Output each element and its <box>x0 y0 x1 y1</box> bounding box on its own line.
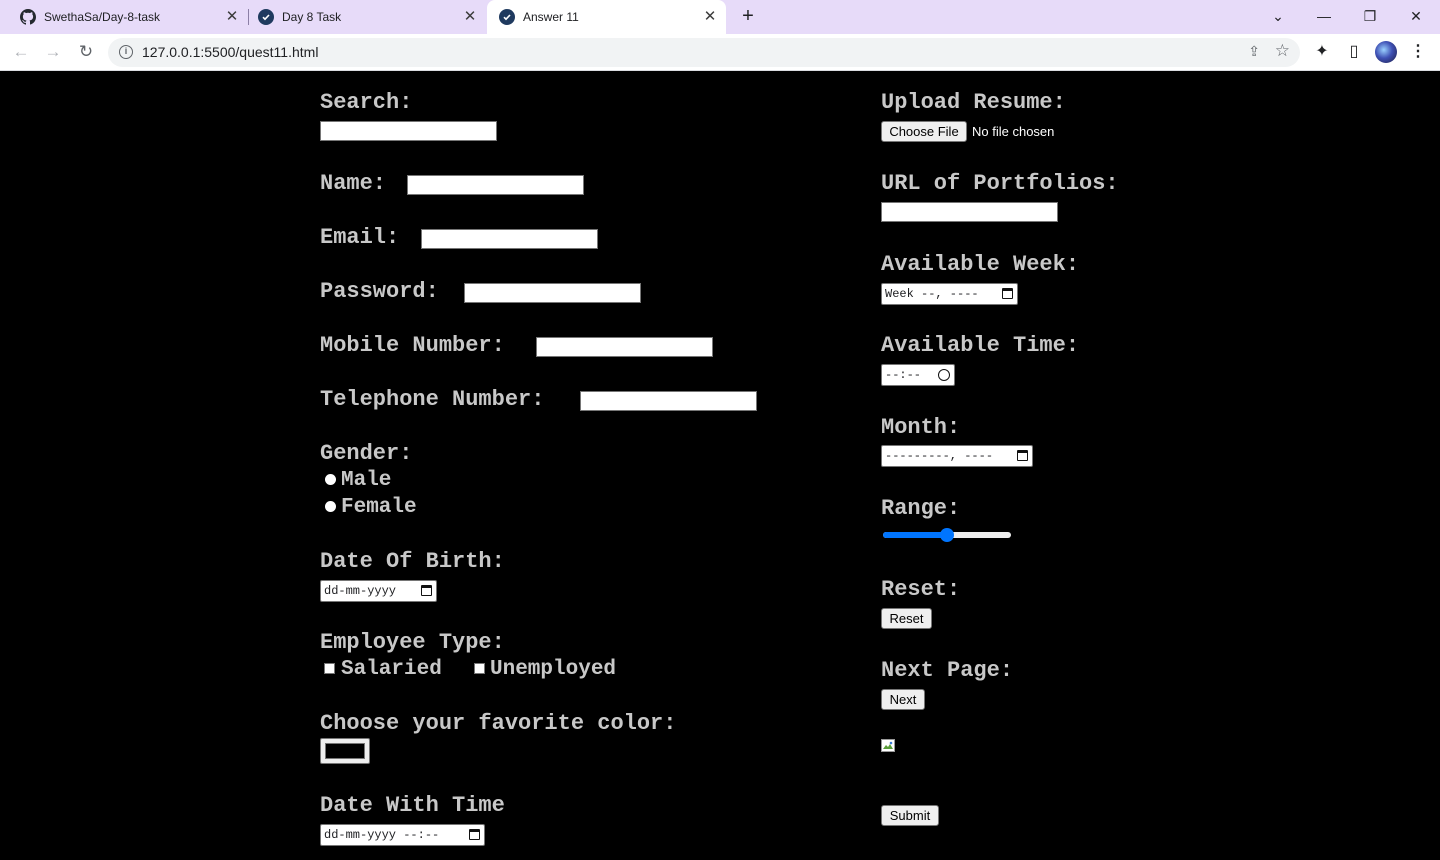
bookmark-star-icon[interactable]: ☆ <box>1275 41 1290 61</box>
week-label: Available Week: <box>881 252 1080 277</box>
calendar-icon[interactable] <box>1002 288 1013 299</box>
telephone-label: Telephone Number: <box>320 387 545 412</box>
reset-label: Reset: <box>881 577 961 602</box>
month-placeholder: ---------, ---- <box>885 449 994 463</box>
email-input[interactable] <box>421 229 598 249</box>
name-label: Name: <box>320 171 387 196</box>
gender-label: Gender: <box>320 441 413 466</box>
new-tab-icon[interactable]: + <box>738 6 758 27</box>
check-circle-icon <box>499 9 515 25</box>
restore-icon[interactable]: ❐ <box>1358 5 1382 27</box>
submit-button[interactable]: Submit <box>881 805 939 826</box>
clock-icon[interactable] <box>938 369 950 381</box>
search-input[interactable] <box>320 121 497 141</box>
calendar-icon[interactable] <box>469 829 480 840</box>
next-page-label: Next Page: <box>881 658 1014 683</box>
forward-icon[interactable]: → <box>41 40 65 64</box>
range-thumb[interactable] <box>940 528 954 542</box>
salaried-checkbox[interactable] <box>324 663 335 674</box>
address-bar[interactable]: i 127.0.0.1:5500/quest11.html ⇪ ☆ <box>108 38 1300 67</box>
calendar-icon[interactable] <box>1017 450 1028 461</box>
tab-title: Answer 11 <box>523 10 579 24</box>
color-swatch <box>325 743 365 759</box>
mobile-input[interactable] <box>536 337 713 357</box>
gender-female-label: Female <box>341 496 417 519</box>
window-close-icon[interactable]: ✕ <box>1404 5 1428 27</box>
choose-file-button[interactable]: Choose File <box>881 121 967 142</box>
range-fill <box>883 532 947 538</box>
github-icon <box>20 9 36 25</box>
week-placeholder: Week --, ---- <box>885 287 979 301</box>
portfolio-label: URL of Portfolios: <box>881 171 1119 196</box>
gender-male-radio[interactable] <box>325 474 336 485</box>
tab-day8[interactable]: Day 8 Task ✕ <box>238 0 486 34</box>
email-label: Email: <box>320 225 400 250</box>
avatar[interactable] <box>1375 41 1397 63</box>
time-input[interactable]: --:-- <box>881 364 955 386</box>
resume-label: Upload Resume: <box>881 90 1066 115</box>
salaried-label: Salaried <box>341 658 442 681</box>
close-icon[interactable]: ✕ <box>462 9 478 25</box>
portfolio-url-input[interactable] <box>881 202 1058 222</box>
menu-icon[interactable]: ⋮ <box>1406 40 1430 64</box>
unemployed-label: Unemployed <box>490 658 617 681</box>
unemployed-checkbox[interactable] <box>474 663 485 674</box>
back-icon[interactable]: ← <box>9 40 33 64</box>
employee-type-label: Employee Type: <box>320 630 505 655</box>
share-icon[interactable]: ⇪ <box>1248 43 1260 60</box>
chevron-down-icon[interactable]: ⌄ <box>1266 5 1290 27</box>
reset-button[interactable]: Reset <box>881 608 932 629</box>
tab-strip: SwethaSa/Day-8-task ✕ Day 8 Task ✕ Answe… <box>0 0 1440 34</box>
range-slider[interactable] <box>883 528 1011 542</box>
password-input[interactable] <box>464 283 641 303</box>
extensions-icon[interactable]: ✦ <box>1310 40 1334 64</box>
tab-title: Day 8 Task <box>282 10 342 24</box>
dob-label: Date Of Birth: <box>320 549 505 574</box>
week-input[interactable]: Week --, ---- <box>881 283 1018 305</box>
time-placeholder: --:-- <box>885 368 922 382</box>
search-label: Search: <box>320 90 413 115</box>
month-label: Month: <box>881 415 961 440</box>
check-circle-icon <box>258 9 274 25</box>
browser-toolbar: ← → ↻ i 127.0.0.1:5500/quest11.html ⇪ ☆ … <box>0 34 1440 71</box>
tab-answer11[interactable]: Answer 11 ✕ <box>487 0 726 34</box>
color-picker[interactable] <box>320 738 370 764</box>
time-label: Available Time: <box>881 333 1080 358</box>
dob-placeholder: dd-mm-yyyy <box>324 584 397 598</box>
datetime-placeholder: dd-mm-yyyy --:-- <box>324 828 440 842</box>
minimize-icon[interactable]: — <box>1312 5 1336 27</box>
file-status: No file chosen <box>972 124 1055 139</box>
next-button[interactable]: Next <box>881 689 925 710</box>
side-panel-icon[interactable]: ▯ <box>1342 40 1366 64</box>
month-input[interactable]: ---------, ---- <box>881 445 1033 467</box>
tab-title: SwethaSa/Day-8-task <box>44 10 161 24</box>
gender-male-label: Male <box>341 469 392 492</box>
gender-female-radio[interactable] <box>325 501 336 512</box>
range-label: Range: <box>881 496 961 521</box>
mobile-label: Mobile Number: <box>320 333 505 358</box>
url-text: 127.0.0.1:5500/quest11.html <box>142 44 319 60</box>
info-icon[interactable]: i <box>119 45 133 59</box>
datetime-input[interactable]: dd-mm-yyyy --:-- <box>320 824 485 846</box>
color-label: Choose your favorite color: <box>320 711 677 736</box>
password-label: Password: <box>320 279 439 304</box>
telephone-input[interactable] <box>580 391 757 411</box>
name-input[interactable] <box>407 175 584 195</box>
dob-input[interactable]: dd-mm-yyyy <box>320 580 437 602</box>
datetime-label: Date With Time <box>320 793 505 818</box>
reload-icon[interactable]: ↻ <box>74 40 98 64</box>
close-icon[interactable]: ✕ <box>702 9 718 25</box>
calendar-icon[interactable] <box>421 585 432 596</box>
broken-image-icon <box>881 739 897 753</box>
tab-github[interactable]: SwethaSa/Day-8-task ✕ <box>0 0 248 34</box>
page-content: Search: Name: Email: Password: Mobile Nu… <box>0 71 1440 860</box>
